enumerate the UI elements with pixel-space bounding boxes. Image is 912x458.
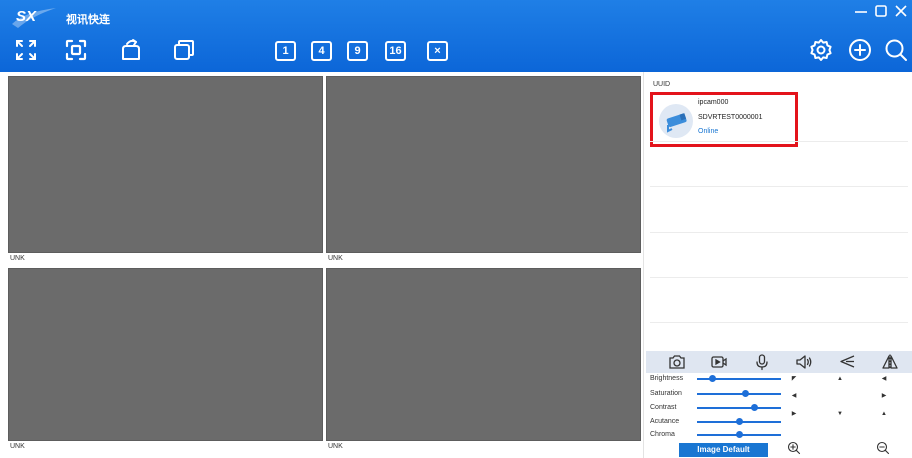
maximize-button[interactable]: [872, 2, 890, 20]
speaker-icon: [796, 355, 812, 369]
contrast-label: Contrast: [650, 404, 677, 411]
ptz-up-left-button[interactable]: ◤: [790, 375, 798, 383]
speaker-button[interactable]: [795, 353, 813, 371]
saturation-slider[interactable]: [697, 390, 781, 398]
close-button[interactable]: [892, 2, 910, 20]
chroma-label: Chroma: [650, 431, 675, 438]
add-device-button[interactable]: [848, 38, 872, 62]
layout-16-button[interactable]: 16: [385, 41, 406, 61]
fullscreen-button[interactable]: [14, 38, 38, 62]
slider-knob[interactable]: [735, 418, 743, 425]
video-pane-label: UNK: [8, 253, 323, 265]
zoom-out-button[interactable]: [876, 441, 890, 455]
device-list-item[interactable]: ipcam000 SDVRTEST0000001 Online: [650, 92, 798, 147]
rotate-button[interactable]: [119, 38, 143, 62]
chroma-slider[interactable]: [697, 431, 781, 439]
ptz-down-left-button[interactable]: ▶: [790, 410, 798, 418]
search-button[interactable]: [884, 38, 908, 62]
contrast-slider[interactable]: [697, 404, 781, 412]
video-pane-label: UNK: [326, 253, 641, 265]
video-pane-3[interactable]: [8, 268, 323, 441]
ptz-down-right-button[interactable]: ▲: [880, 410, 888, 418]
minimize-button[interactable]: [852, 2, 870, 20]
search-icon: [885, 39, 907, 61]
saturation-label: Saturation: [650, 390, 682, 397]
layout-4-button[interactable]: 4: [311, 41, 332, 61]
brightness-slider[interactable]: [697, 375, 781, 383]
close-all-button[interactable]: ×: [427, 41, 448, 61]
record-button[interactable]: [710, 353, 728, 371]
layout-9-button[interactable]: 9: [347, 41, 368, 61]
video-pane-label: UNK: [326, 441, 641, 453]
close-icon: [895, 5, 907, 17]
video-pane-2[interactable]: [326, 76, 641, 253]
ptz-right-button[interactable]: ▶: [880, 392, 888, 400]
zoom-in-button[interactable]: [787, 441, 801, 455]
logo-text: SX: [16, 8, 37, 25]
device-status: Online: [698, 128, 719, 135]
video-grid: UNK UNK UNK UNK: [0, 72, 643, 458]
device-panel: UUID ipcam000 SDVRTEST0000001 Online Bri…: [643, 72, 912, 458]
copy-window-icon: [174, 40, 194, 60]
flip-button[interactable]: [838, 353, 856, 371]
microphone-button[interactable]: [753, 353, 771, 371]
device-list-header: UUID: [653, 81, 671, 88]
layout-1-button[interactable]: 1: [275, 41, 296, 61]
maximize-icon: [875, 5, 887, 17]
video-pane-label: UNK: [8, 441, 323, 453]
list-divider: [650, 277, 908, 278]
slider-knob[interactable]: [750, 404, 758, 411]
video-pane-4[interactable]: [326, 268, 641, 441]
app-title: 视讯快连: [66, 14, 110, 26]
add-icon: [849, 39, 871, 61]
slider-knob[interactable]: [708, 375, 716, 382]
rotate-icon: [122, 39, 140, 60]
camera-control-bar: [646, 351, 912, 373]
snapshot-button[interactable]: [668, 353, 686, 371]
device-name: ipcam000: [698, 99, 729, 106]
slider-knob[interactable]: [735, 431, 743, 438]
ptz-up-button[interactable]: ▲: [836, 375, 844, 383]
acutance-label: Acutance: [650, 418, 680, 425]
acutance-slider[interactable]: [697, 418, 781, 426]
title-bar: SX 视讯快连 1 4 9 16 ×: [0, 0, 912, 72]
list-divider: [650, 141, 908, 142]
zoom-in-icon: [787, 441, 801, 455]
record-icon: [711, 356, 727, 368]
microphone-icon: [756, 354, 768, 371]
sx-logo: SX: [12, 8, 56, 28]
ptz-up-right-button[interactable]: ◀: [880, 375, 888, 383]
camera-icon: [666, 113, 687, 133]
ptz-down-button[interactable]: ▼: [836, 410, 844, 418]
device-serial: SDVRTEST0000001: [698, 114, 763, 121]
list-divider: [650, 232, 908, 233]
ptz-left-button[interactable]: ◀: [790, 392, 798, 400]
zoom-out-icon: [876, 441, 890, 455]
camera-avatar: [659, 104, 693, 138]
minimize-icon: [855, 11, 867, 13]
brightness-label: Brightness: [650, 375, 684, 382]
fullscreen-icon: [16, 40, 36, 60]
snapshot-icon: [669, 355, 685, 369]
slider-knob[interactable]: [741, 390, 749, 397]
list-divider: [650, 186, 908, 187]
mirror-icon: [882, 354, 898, 370]
settings-button[interactable]: [809, 38, 833, 62]
settings-icon: [810, 39, 832, 61]
list-divider: [650, 322, 908, 323]
image-default-button[interactable]: Image Default: [679, 443, 768, 457]
mirror-button[interactable]: [881, 353, 899, 371]
copy-window-button[interactable]: [172, 38, 196, 62]
video-pane-1[interactable]: [8, 76, 323, 253]
flip-icon: [840, 355, 855, 368]
capture-frame-button[interactable]: [64, 38, 88, 62]
capture-frame-icon: [65, 39, 87, 61]
